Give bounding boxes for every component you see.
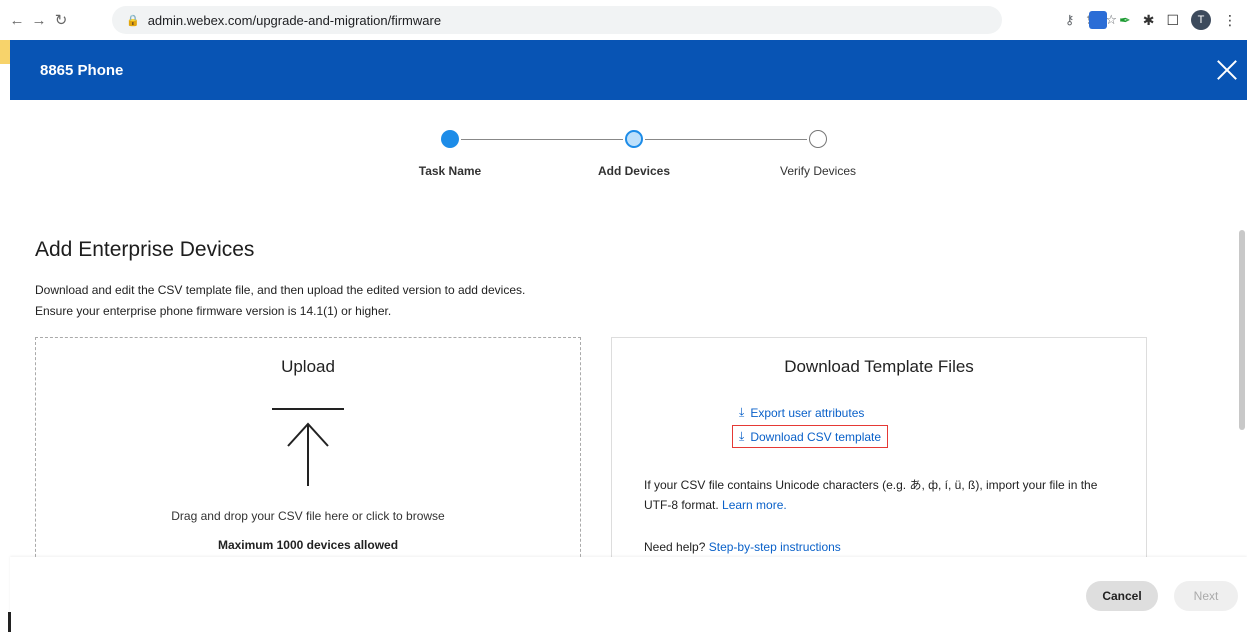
kebab-menu-icon[interactable]: ⋮	[1223, 12, 1237, 29]
unicode-note: If your CSV file contains Unicode charac…	[644, 478, 1098, 512]
back-arrow-icon[interactable]: ←	[6, 12, 28, 29]
download-icon: ⤓	[739, 405, 745, 419]
upload-hint: Drag and drop your CSV file here or clic…	[171, 509, 445, 523]
profile-avatar[interactable]: T	[1191, 10, 1211, 30]
step-task-name-indicator	[441, 130, 459, 148]
learn-more-link[interactable]: Learn more.	[722, 498, 787, 512]
help-note: Need help? Step-by-step instructions	[644, 540, 841, 554]
cancel-button[interactable]: Cancel	[1086, 581, 1158, 611]
lock-icon: 🔒	[126, 14, 140, 27]
upload-limit: Maximum 1000 devices allowed	[217, 538, 399, 552]
firmware-requirement: Ensure your enterprise phone firmware ve…	[35, 304, 392, 318]
description-line: Download and edit the CSV template file,…	[35, 283, 526, 297]
modal-header: 8865 Phone	[10, 40, 1247, 100]
next-button[interactable]: Next	[1174, 581, 1238, 611]
forward-arrow-icon[interactable]: →	[28, 12, 50, 29]
feather-extension-icon[interactable]: ✒	[1119, 12, 1131, 29]
browser-toolbar: ← → ↻ 🔒 admin.webex.com/upgrade-and-migr…	[0, 0, 1247, 40]
url-text: admin.webex.com/upgrade-and-migration/fi…	[147, 12, 442, 28]
export-user-attributes-link[interactable]: ⤓ Export user attributes	[739, 405, 864, 420]
download-icon: ⤓	[739, 429, 745, 443]
modal-title: 8865 Phone	[40, 61, 124, 79]
template-title: Download Template Files	[784, 357, 974, 376]
step-by-step-instructions-link[interactable]: Step-by-step instructions	[709, 540, 841, 554]
left-marker	[8, 612, 11, 632]
step-connector	[645, 139, 807, 140]
scrollbar[interactable]	[1239, 230, 1245, 430]
key-icon[interactable]: ⚷	[1065, 12, 1075, 28]
template-files-panel: Download Template Files ⤓ Export user at…	[611, 337, 1147, 567]
modal-footer: Cancel Next	[10, 557, 1247, 633]
step-label-add-devices: Add Devices	[597, 164, 671, 178]
step-add-devices-indicator	[625, 130, 643, 148]
page-title: Add Enterprise Devices	[35, 238, 255, 261]
close-icon[interactable]	[1213, 56, 1241, 84]
step-label-verify-devices: Verify Devices	[779, 164, 857, 178]
upload-dropzone[interactable]: Upload Drag and drop your CSV file here …	[35, 337, 581, 567]
side-strip	[0, 40, 10, 64]
side-panel-icon[interactable]: ☐	[1166, 12, 1179, 29]
step-connector	[461, 139, 623, 140]
download-csv-template-link[interactable]: ⤓ Download CSV template	[732, 425, 889, 448]
reload-icon[interactable]: ↻	[50, 11, 72, 29]
upload-title: Upload	[281, 357, 335, 376]
step-verify-devices-indicator	[809, 130, 827, 148]
extension-icon[interactable]	[1088, 11, 1107, 29]
puzzle-icon[interactable]: ✱	[1143, 12, 1155, 29]
address-bar[interactable]: 🔒 admin.webex.com/upgrade-and-migration/…	[112, 6, 1002, 34]
upload-arrow-icon	[272, 408, 344, 488]
step-label-task-name: Task Name	[418, 164, 482, 178]
progress-stepper: Task Name Add Devices Verify Devices	[0, 130, 1247, 190]
